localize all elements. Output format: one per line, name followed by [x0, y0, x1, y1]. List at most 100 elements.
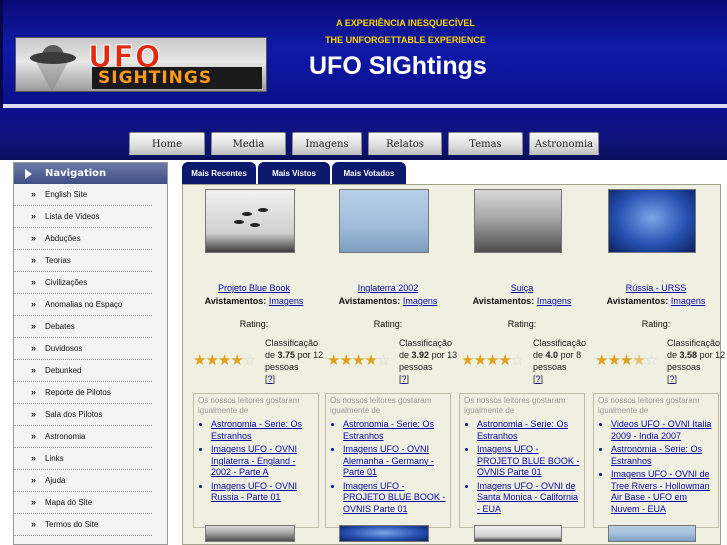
ufo-icon — [258, 208, 268, 212]
nav-tab-temas[interactable]: Temas — [448, 132, 523, 155]
card-category-line: Avistamentos: Imagens — [187, 296, 321, 306]
ufo-beam-graphic — [36, 62, 68, 91]
double-chevron-right-icon: » — [31, 453, 37, 463]
video-title-link[interactable]: Inglaterra 2002 — [321, 283, 455, 293]
sidebar-title: Navigation — [45, 168, 107, 179]
star-icon[interactable]: ★ — [632, 351, 645, 369]
related-link[interactable]: Imagens UFO - OVNI de Santa Monica - Cal… — [477, 481, 580, 516]
sidebar-item[interactable]: » Anomalias no Espaço — [14, 294, 152, 316]
sidebar-item[interactable]: » Ajuda — [14, 470, 152, 492]
star-icon[interactable]: ☆ — [377, 351, 390, 369]
related-link[interactable]: Imagens UFO - PROJETO BLUE BOOK - OVNIS … — [477, 444, 580, 479]
related-link[interactable]: Imagens UFO - OVNI Alemanha - Germany - … — [343, 444, 446, 479]
sidebar-item[interactable]: » Lista de Videos — [14, 206, 152, 228]
star-icon[interactable]: ★ — [364, 351, 377, 369]
rating-score: 4.0 — [545, 350, 559, 360]
sidebar-item[interactable]: » Astronomia — [14, 426, 152, 448]
sidebar-item[interactable]: » Debates — [14, 316, 152, 338]
logo-sightings-text: SIGHTINGS — [92, 67, 262, 89]
related-link[interactable]: Astronomia - Serie: Os Estranhos — [477, 419, 580, 442]
category-link[interactable]: Imagens — [403, 296, 438, 306]
related-list: Astronomia - Serie: Os EstranhosImagens … — [477, 419, 580, 515]
double-chevron-right-icon: » — [31, 321, 37, 331]
sidebar-item-label: Teorias — [45, 256, 71, 265]
related-link[interactable]: Imagens UFO - OVNI Russia - Parte 01 — [211, 481, 314, 504]
video-title-link[interactable]: Projeto Blue Book — [187, 283, 321, 293]
video-title-link[interactable]: Rússia - URSS — [589, 283, 723, 293]
rating-stars[interactable]: ★★★★☆ — [461, 351, 524, 369]
sidebar-item[interactable]: » Mapa do Site — [14, 492, 152, 514]
video-thumbnail[interactable] — [205, 189, 295, 253]
nav-tab-media[interactable]: Media — [211, 132, 286, 155]
sidebar-item[interactable]: » English Site — [14, 184, 152, 206]
views-label: Avistamentos: — [472, 296, 535, 306]
related-box: Os nossos leitores gostaram igualmente d… — [459, 393, 585, 528]
tab-mais-vistos[interactable]: Mais Vistos — [258, 162, 330, 184]
video-thumbnail[interactable] — [339, 525, 429, 542]
related-link[interactable]: Astronomia - Serie: Os Estranhos — [211, 419, 314, 442]
sidebar-item[interactable]: » Civilizações — [14, 272, 152, 294]
category-link[interactable]: Imagens — [671, 296, 706, 306]
star-icon[interactable]: ★ — [352, 351, 365, 369]
sidebar-item-label: Termos do Site — [45, 520, 99, 529]
related-header: Os nossos leitores gostaram igualmente d… — [198, 396, 300, 415]
star-icon[interactable]: ★ — [218, 351, 231, 369]
nav-tab-home[interactable]: Home — [129, 132, 205, 155]
sidebar-item[interactable]: » Duvidosos — [14, 338, 152, 360]
sidebar-item[interactable]: » Links — [14, 448, 152, 470]
video-title-link[interactable]: Suiça — [455, 283, 589, 293]
video-thumbnail[interactable] — [205, 525, 295, 542]
related-link[interactable]: Imagens UFO - OVNI Inglaterra - England … — [211, 444, 314, 479]
site-logo[interactable]: UFO SIGHTINGS — [15, 37, 267, 92]
star-icon[interactable]: ★ — [230, 351, 243, 369]
category-link[interactable]: Imagens — [269, 296, 304, 306]
related-link[interactable]: Astronomia - Serie: Os Estranhos — [611, 444, 714, 467]
people-label: pessoas — [265, 362, 299, 372]
video-thumbnail[interactable] — [474, 525, 562, 542]
double-chevron-right-icon: » — [31, 431, 37, 441]
sidebar-item[interactable]: » Sala dos Pilotos — [14, 404, 152, 426]
star-icon[interactable]: ★ — [486, 351, 499, 369]
star-icon[interactable]: ★ — [607, 351, 620, 369]
sidebar-item[interactable]: » Debunked — [14, 360, 152, 382]
ufo-icon — [250, 223, 260, 227]
star-icon[interactable]: ★ — [473, 351, 486, 369]
star-icon[interactable]: ★ — [595, 351, 608, 369]
rating-label: Rating: — [641, 319, 671, 329]
sidebar-item[interactable]: » Teorias — [14, 250, 152, 272]
people-label: pessoas — [399, 362, 433, 372]
related-link[interactable]: Astronomia - Serie: Os Estranhos — [343, 419, 446, 442]
rating-stars[interactable]: ★★★★☆ — [193, 351, 256, 369]
star-icon[interactable]: ★ — [205, 351, 218, 369]
video-thumbnail[interactable] — [608, 525, 696, 542]
sidebar-item[interactable]: » Termos do Site — [14, 514, 152, 536]
video-thumbnail[interactable] — [339, 189, 429, 253]
rating-stars[interactable]: ★★★★☆ — [595, 351, 658, 369]
star-icon[interactable]: ★ — [327, 351, 340, 369]
related-link[interactable]: Imagens UFO - OVNI de Tree Rivers - Holl… — [611, 469, 714, 515]
sidebar-item[interactable]: » Reporte de Pilotos — [14, 382, 152, 404]
nav-tab-relatos[interactable]: Relatos — [368, 132, 442, 155]
star-icon[interactable]: ★ — [498, 351, 511, 369]
rating-label: Rating: — [373, 319, 403, 329]
views-label: Avistamentos: — [204, 296, 267, 306]
related-link[interactable]: Videos UFO - OVNI Italia 2009 - India 20… — [611, 419, 714, 442]
category-link[interactable]: Imagens — [537, 296, 572, 306]
video-thumbnail[interactable] — [474, 189, 562, 253]
tab-mais-recentes[interactable]: Mais Recentes — [182, 162, 256, 184]
star-icon[interactable]: ★ — [461, 351, 474, 369]
video-thumbnail[interactable] — [608, 189, 696, 253]
star-icon[interactable]: ★ — [339, 351, 352, 369]
star-icon[interactable]: ★ — [620, 351, 633, 369]
por-label: por — [297, 350, 311, 360]
nav-tab-imagens[interactable]: Imagens — [292, 132, 362, 155]
sidebar-item[interactable]: » Abduções — [14, 228, 152, 250]
rating-stars[interactable]: ★★★★☆ — [327, 351, 390, 369]
star-icon[interactable]: ☆ — [243, 351, 256, 369]
related-link[interactable]: Imagens UFO - PROJETO BLUE BOOK - OVNIS … — [343, 481, 446, 516]
tab-mais-votados[interactable]: Mais Votados — [332, 162, 406, 184]
nav-tab-astronomia[interactable]: Astronomia — [529, 132, 599, 155]
star-icon[interactable]: ☆ — [645, 351, 658, 369]
star-icon[interactable]: ★ — [193, 351, 206, 369]
star-icon[interactable]: ☆ — [511, 351, 524, 369]
